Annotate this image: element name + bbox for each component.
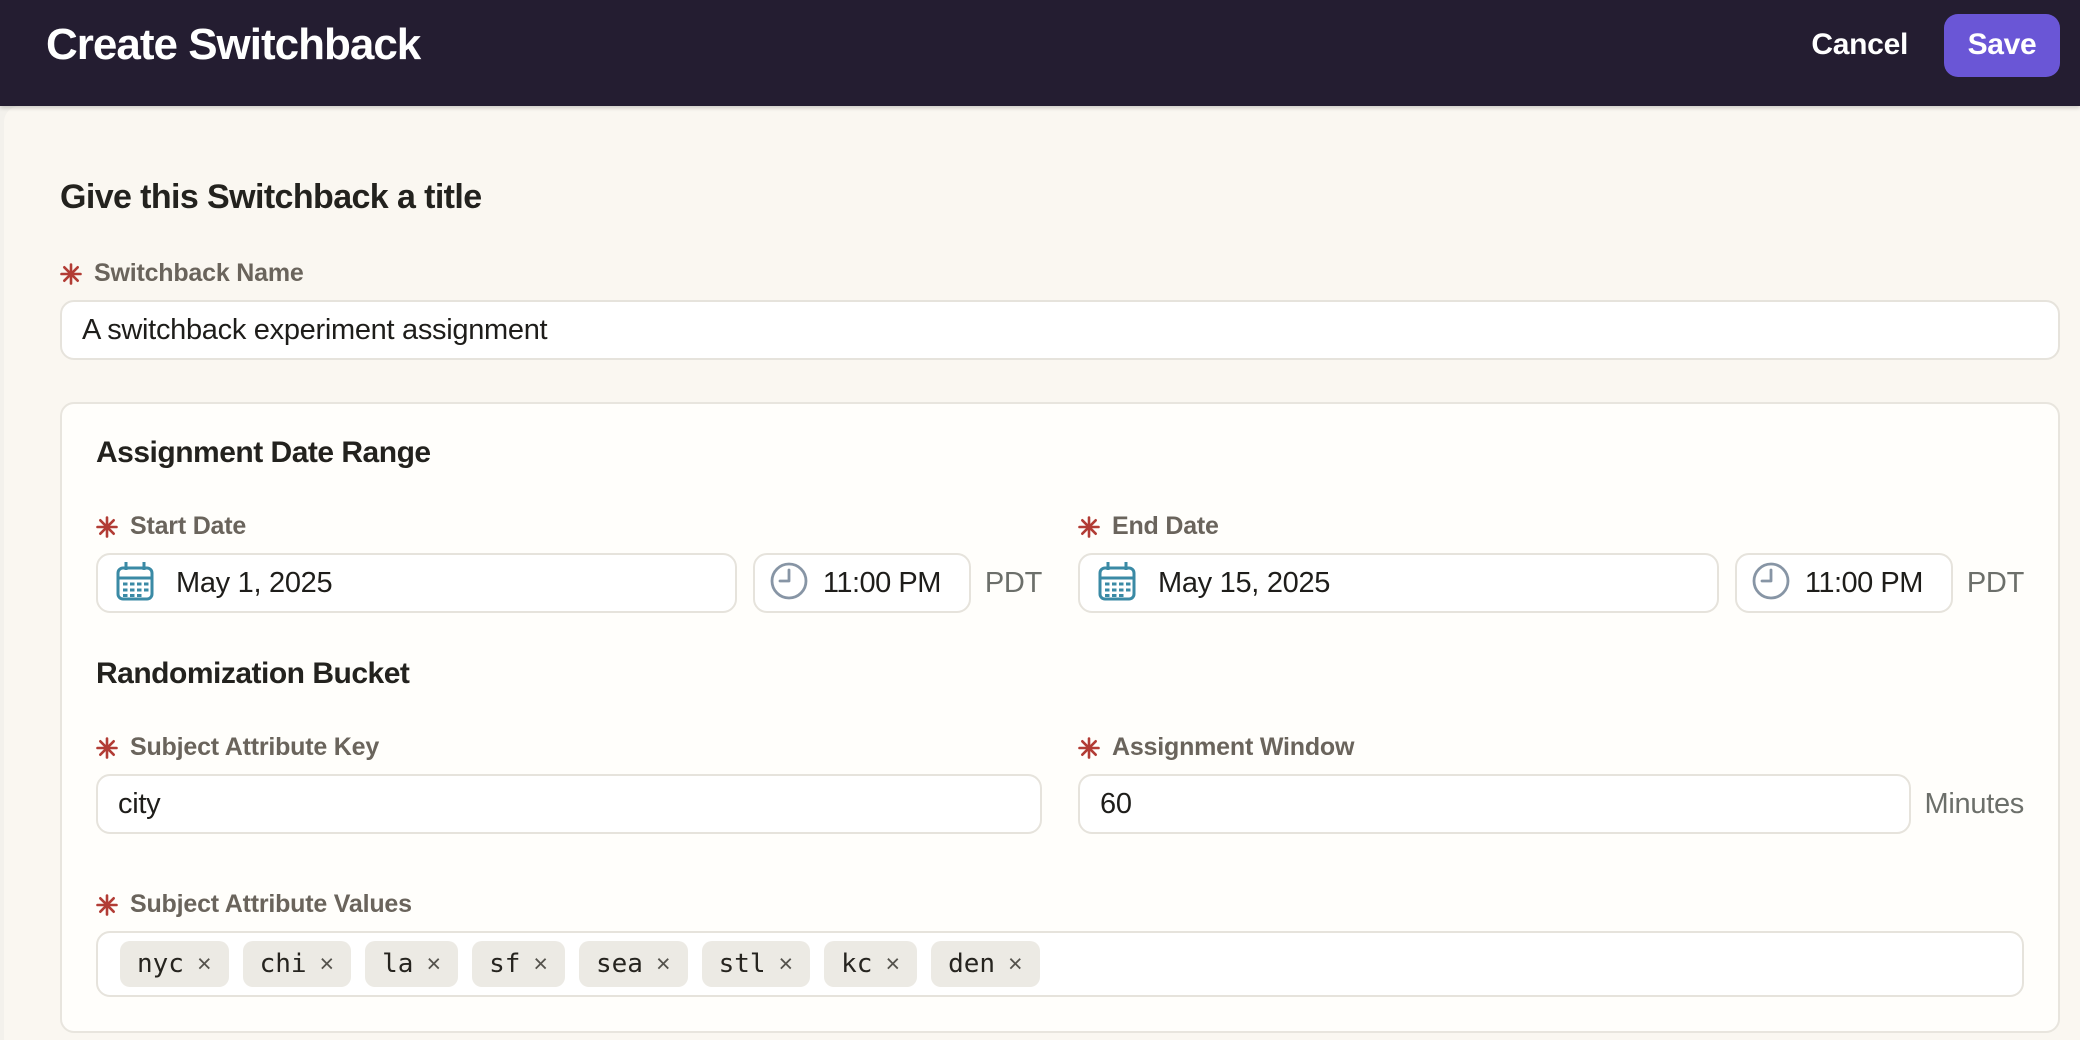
tag-chip: chi × (242, 941, 352, 987)
remove-tag-icon[interactable]: × (885, 951, 900, 977)
remove-tag-icon[interactable]: × (779, 951, 794, 977)
tag-chip: sea × (579, 941, 688, 987)
required-asterisk-icon (96, 893, 118, 916)
tag-label: stl (718, 949, 766, 979)
switchback-name-input[interactable] (60, 300, 2060, 360)
calendar-icon (1096, 559, 1138, 608)
cancel-button[interactable]: Cancel (1811, 28, 1908, 62)
tag-label: nyc (137, 949, 184, 979)
tag-label: la (382, 949, 414, 979)
subject-attribute-values-label-text: Subject Attribute Values (130, 890, 412, 918)
tag-chip: nyc × (120, 941, 229, 987)
required-asterisk-icon (60, 262, 82, 285)
page-title: Create Switchback (46, 20, 421, 69)
start-time-input[interactable]: 11:00 PM (752, 553, 971, 613)
assignment-window-group: Assignment Window Minutes (1078, 691, 2024, 834)
header: Create Switchback Cancel Save (0, 0, 2080, 106)
subject-attribute-values-label: Subject Attribute Values (96, 890, 2024, 919)
assignment-window-label: Assignment Window (1078, 733, 2024, 762)
tag-chip: den × (931, 941, 1040, 987)
required-asterisk-icon (1078, 515, 1100, 538)
assignment-card: Assignment Date Range Start Date May 1, … (60, 402, 2060, 1033)
tag-chip: sf × (472, 941, 565, 987)
tag-label: chi (259, 949, 307, 979)
save-button[interactable]: Save (1944, 13, 2060, 77)
start-date-value: May 1, 2025 (176, 566, 333, 599)
start-date-group: Start Date May 1, 2025 11:00 PM PDT (96, 470, 1042, 613)
remove-tag-icon[interactable]: × (426, 951, 441, 977)
end-time-input[interactable]: 11:00 PM (1734, 553, 1953, 613)
start-time-value: 11:00 PM (822, 566, 941, 599)
remove-tag-icon[interactable]: × (320, 951, 335, 977)
switchback-name-label-text: Switchback Name (94, 259, 304, 287)
clock-icon (1751, 561, 1791, 606)
date-range-title: Assignment Date Range (96, 436, 431, 469)
tag-chip: kc × (824, 941, 918, 987)
start-timezone-label: PDT (984, 566, 1042, 599)
assignment-window-unit: Minutes (1924, 787, 2025, 820)
remove-tag-icon[interactable]: × (533, 951, 548, 977)
calendar-icon (114, 559, 156, 608)
end-date-value: May 15, 2025 (1158, 566, 1331, 599)
required-asterisk-icon (1078, 736, 1100, 759)
tag-label: sf (489, 949, 521, 979)
subject-attribute-key-group: Subject Attribute Key (96, 691, 1042, 834)
remove-tag-icon[interactable]: × (197, 951, 212, 977)
required-asterisk-icon (96, 736, 118, 759)
end-date-group: End Date May 15, 2025 11:00 PM PDT (1078, 470, 2024, 613)
form-section-title: Give this Switchback a title (60, 178, 482, 216)
start-date-label: Start Date (96, 512, 1042, 541)
subject-attribute-key-label-text: Subject Attribute Key (130, 733, 380, 761)
end-date-row: May 15, 2025 11:00 PM PDT (1078, 553, 2024, 613)
end-date-label-text: End Date (1112, 512, 1219, 540)
assignment-window-input[interactable] (1078, 774, 1911, 834)
tag-chip: stl × (701, 941, 811, 987)
end-date-input[interactable]: May 15, 2025 (1078, 553, 1719, 613)
subject-attribute-key-label: Subject Attribute Key (96, 733, 1042, 762)
tag-label: sea (596, 949, 643, 979)
content-panel: Give this Switchback a title Switchback … (4, 106, 2080, 1040)
start-date-row: May 1, 2025 11:00 PM PDT (96, 553, 1042, 613)
end-timezone-label: PDT (1966, 566, 2024, 599)
assignment-window-label-text: Assignment Window (1112, 733, 1355, 761)
remove-tag-icon[interactable]: × (656, 951, 671, 977)
remove-tag-icon[interactable]: × (1008, 951, 1023, 977)
tag-label: den (948, 949, 996, 979)
tag-chip: la × (365, 941, 459, 987)
subject-attribute-key-input[interactable] (96, 774, 1042, 834)
start-date-label-text: Start Date (130, 512, 247, 540)
end-date-label: End Date (1078, 512, 2024, 541)
start-date-input[interactable]: May 1, 2025 (96, 553, 737, 613)
clock-icon (769, 561, 809, 606)
tag-label: kc (841, 949, 873, 979)
subject-attribute-values-input[interactable]: nyc × chi × la × sf × sea × stl × kc × den × (96, 931, 2024, 997)
end-time-value: 11:00 PM (1804, 566, 1923, 599)
required-asterisk-icon (96, 515, 118, 538)
randomization-title: Randomization Bucket (96, 657, 410, 690)
switchback-name-label: Switchback Name (60, 259, 2060, 288)
